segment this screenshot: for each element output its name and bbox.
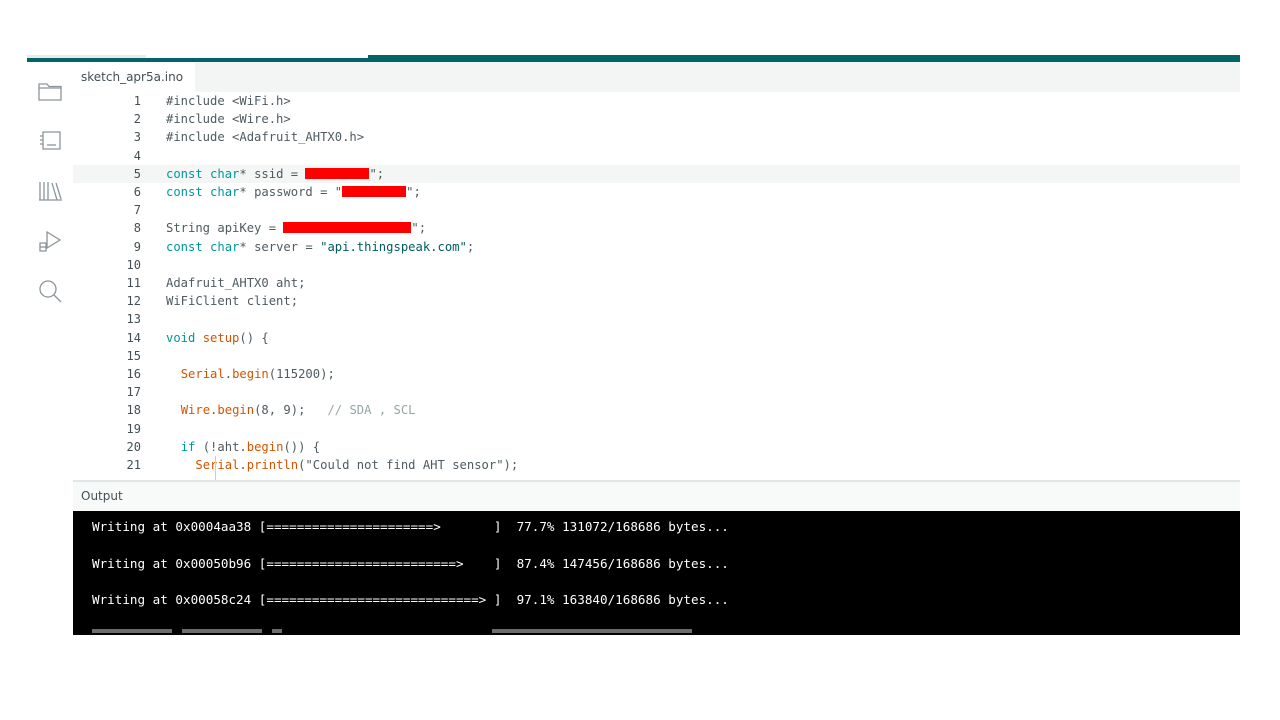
code-text: const char* password = " "; [166, 185, 421, 199]
line-number: 9 [133, 239, 141, 254]
line-number: 19 [126, 421, 141, 436]
line-number: 1 [133, 94, 141, 108]
output-title: Output [81, 489, 123, 503]
code-line[interactable]: 8 String apiKey = "; [73, 219, 1240, 237]
code-line[interactable]: 10 [73, 256, 1240, 274]
code-text: Serial.println("Could not find AHT senso… [195, 458, 519, 472]
sidebar [27, 62, 73, 635]
redacted-value [342, 186, 407, 197]
line-number: 17 [126, 385, 141, 400]
code-text: #include <Wire.h> [166, 112, 291, 127]
output-console[interactable]: Writing at 0x0004aa38 [=================… [73, 511, 1240, 635]
code-line[interactable]: 21 Serial.println("Could not find AHT se… [73, 456, 1240, 474]
code-line[interactable]: 7 [73, 201, 1240, 219]
code-text: Adafruit_AHTX0 aht; [166, 276, 306, 290]
code-line[interactable]: 3 #include <Adafruit_AHTX0.h> [73, 128, 1240, 146]
line-number: 5 [133, 166, 141, 181]
output-line-partial [92, 629, 692, 635]
tab-sketch[interactable]: sketch_apr5a.ino [73, 62, 196, 92]
code-line[interactable]: 4 [73, 147, 1240, 165]
line-number: 21 [126, 458, 141, 472]
ide-window: sketch_apr5a.ino 1 #include <WiFi.h> 2 #inc… [27, 55, 1240, 635]
code-line[interactable]: 6 const char* password = " "; [73, 183, 1240, 201]
search-icon[interactable] [37, 278, 63, 304]
output-line: Writing at 0x0004aa38 [=================… [92, 519, 729, 534]
code-line[interactable]: 12 WiFiClient client; [73, 292, 1240, 310]
output-header: Output [73, 482, 1240, 511]
code-line[interactable]: 19 [73, 420, 1240, 438]
line-number: 3 [133, 130, 141, 145]
line-number: 8 [133, 221, 141, 236]
line-number: 7 [133, 203, 141, 218]
toolbar [27, 55, 1240, 62]
editor-tabs: sketch_apr5a.ino [73, 62, 1240, 92]
code-line[interactable]: 17 [73, 383, 1240, 401]
code-text: #include <WiFi.h> [166, 94, 291, 108]
output-line: Writing at 0x00050b96 [=================… [92, 555, 729, 571]
code-line[interactable]: 15 [73, 347, 1240, 365]
code-line[interactable]: 20 if (!aht.begin()) { [73, 438, 1240, 456]
code-text: const char* server = "api.thingspeak.com… [166, 239, 475, 254]
line-number: 6 [133, 185, 141, 199]
code-line[interactable]: 14 void setup() { [73, 329, 1240, 347]
line-number: 16 [126, 367, 141, 381]
line-number: 13 [126, 312, 141, 327]
board-icon[interactable] [37, 128, 63, 154]
folder-icon[interactable] [37, 78, 63, 104]
code-text: Serial.begin(115200); [180, 367, 335, 381]
code-line[interactable]: 18 Wire.begin(8, 9); // SDA , SCL [73, 401, 1240, 419]
library-icon[interactable] [37, 178, 63, 204]
debug-icon[interactable] [37, 228, 63, 254]
code-line[interactable]: 9 const char* server = "api.thingspeak.co… [73, 238, 1240, 256]
line-number: 4 [133, 148, 141, 163]
code-editor[interactable]: 1 #include <WiFi.h> 2 #include <Wire.h> 3 #in… [73, 92, 1240, 480]
code-text: Wire.begin(8, 9); // SDA , SCL [180, 403, 416, 418]
code-line[interactable]: 5 const char* ssid = "; [73, 164, 1240, 183]
code-text: String apiKey = "; [166, 221, 427, 236]
code-text: #include <Adafruit_AHTX0.h> [166, 130, 365, 145]
indent-guide [215, 456, 216, 480]
code-line[interactable]: 16 Serial.begin(115200); [73, 365, 1240, 383]
code-line[interactable]: 11 Adafruit_AHTX0 aht; [73, 274, 1240, 292]
line-number: 2 [133, 112, 141, 127]
redacted-value [283, 222, 412, 234]
code-text: void setup() { [166, 330, 269, 345]
board-selector[interactable] [146, 55, 368, 58]
line-number: 12 [126, 294, 141, 309]
code-text: const char* ssid = "; [166, 166, 385, 181]
line-number: 20 [126, 439, 141, 454]
output-line: Writing at 0x00058c24 [=================… [92, 592, 729, 607]
line-number: 18 [126, 403, 141, 418]
redacted-value [305, 167, 370, 179]
code-line[interactable]: 1 #include <WiFi.h> [73, 92, 1240, 110]
code-text: WiFiClient client; [166, 294, 299, 309]
line-number: 10 [126, 257, 141, 272]
line-number: 14 [126, 330, 141, 345]
code-line[interactable]: 2 #include <Wire.h> [73, 110, 1240, 128]
toolbar-buttons[interactable] [27, 55, 147, 58]
line-number: 11 [126, 276, 141, 290]
code-text: if (!aht.begin()) { [180, 439, 321, 454]
line-number: 15 [126, 348, 141, 363]
code-line[interactable]: 13 [73, 310, 1240, 328]
